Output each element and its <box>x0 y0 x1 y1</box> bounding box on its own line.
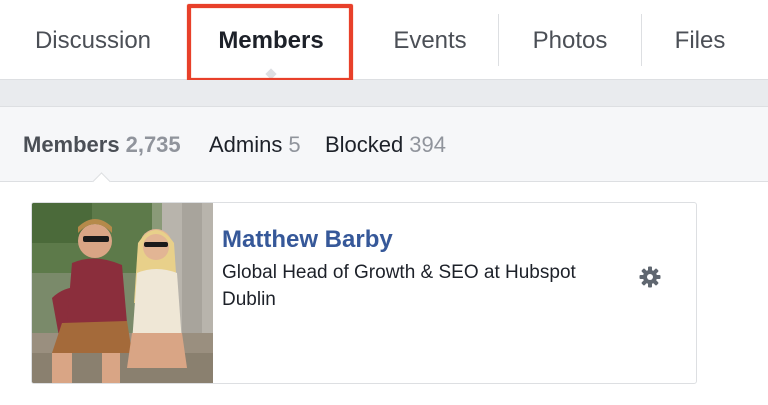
filter-admins-count: 5 <box>288 132 301 157</box>
tab-events[interactable]: Events <box>360 0 500 80</box>
member-name-link[interactable]: Matthew Barby <box>222 226 393 254</box>
highlight-annotation-box <box>187 4 353 82</box>
filter-members[interactable]: Members 2,735 <box>23 132 181 158</box>
filter-admins-label: Admins <box>209 132 283 157</box>
members-filter-bar: Members 2,735 Admins 5 Blocked 394 <box>0 107 768 191</box>
filter-blocked-count: 394 <box>409 132 446 157</box>
filter-blocked[interactable]: Blocked 394 <box>325 132 446 158</box>
member-role: Global Head of Growth & SEO at Hubspot <box>222 262 576 283</box>
tab-files[interactable]: Files <box>642 0 758 80</box>
member-location: Dublin <box>222 289 276 310</box>
member-card: Matthew Barby Global Head of Growth & SE… <box>31 202 697 384</box>
filter-members-label: Members <box>23 132 120 157</box>
member-profile-photo[interactable] <box>32 203 213 383</box>
active-filter-indicator <box>92 172 111 191</box>
tab-photos[interactable]: Photos <box>499 0 641 80</box>
section-gap <box>0 80 768 106</box>
members-panel: Members 2,735 Admins 5 Blocked 394 Matth… <box>0 106 768 405</box>
tab-discussion[interactable]: Discussion <box>18 0 168 80</box>
gear-icon[interactable] <box>638 265 662 289</box>
member-description: Global Head of Growth & SEO at Hubspot D… <box>222 259 642 313</box>
group-tabs-bar: Discussion Members Events Photos Files <box>0 0 768 82</box>
filter-blocked-label: Blocked <box>325 132 404 157</box>
filter-members-count: 2,735 <box>125 132 181 157</box>
filter-admins[interactable]: Admins 5 <box>209 132 301 158</box>
